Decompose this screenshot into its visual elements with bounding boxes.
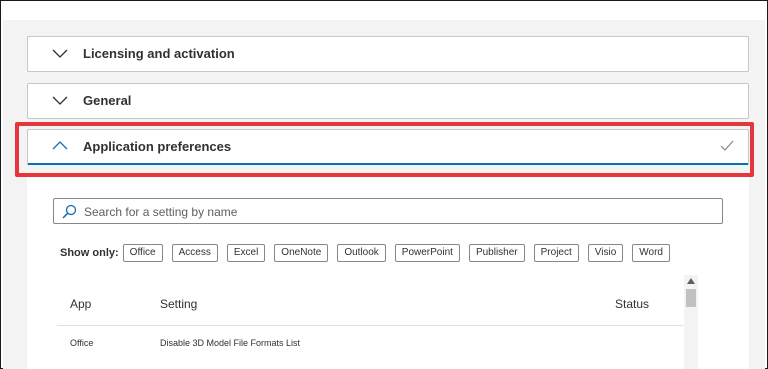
section-title: Licensing and activation xyxy=(83,46,235,61)
table-header: App Setting Status xyxy=(57,275,683,326)
column-header-setting[interactable]: Setting xyxy=(160,297,197,311)
filter-chip-outlook[interactable]: Outlook xyxy=(337,244,386,262)
chevron-up-icon xyxy=(52,141,68,150)
filter-label: Show only: xyxy=(60,247,119,259)
scrollbar[interactable] xyxy=(684,275,698,369)
chevron-down-icon xyxy=(52,49,68,58)
filter-chip-publisher[interactable]: Publisher xyxy=(468,244,525,262)
column-header-status[interactable]: Status xyxy=(615,297,649,311)
column-header-app[interactable]: App xyxy=(70,297,91,311)
filter-chip-excel[interactable]: Excel xyxy=(226,244,266,262)
filter-chip-onenote[interactable]: OneNote xyxy=(274,244,329,262)
search-icon xyxy=(62,204,77,219)
scrollbar-thumb[interactable] xyxy=(686,289,696,307)
filter-bar: Show only: Office Access Excel OneNote O… xyxy=(60,243,679,263)
settings-table: App Setting Status Office Disable 3D Mod… xyxy=(57,275,683,360)
filter-chip-word[interactable]: Word xyxy=(632,244,670,262)
table-row[interactable]: Office Disable 3D Model File Formats Lis… xyxy=(57,326,683,360)
filter-chip-visio[interactable]: Visio xyxy=(587,244,624,262)
filter-chip-project[interactable]: Project xyxy=(533,244,579,262)
section-content: Search for a setting by name Show only: … xyxy=(27,177,749,369)
section-licensing-and-activation[interactable]: Licensing and activation xyxy=(27,36,749,72)
search-input[interactable]: Search for a setting by name xyxy=(53,198,723,224)
section-application-preferences[interactable]: Application preferences xyxy=(27,129,749,165)
section-general[interactable]: General xyxy=(27,83,749,119)
scroll-up-icon[interactable] xyxy=(687,278,695,284)
cell-app: Office xyxy=(70,338,94,348)
checkmark-icon xyxy=(720,140,734,151)
filter-chip-office[interactable]: Office xyxy=(122,244,163,262)
cell-setting: Disable 3D Model File Formats List xyxy=(160,338,301,348)
section-title: Application preferences xyxy=(83,139,232,154)
filter-chip-powerpoint[interactable]: PowerPoint xyxy=(394,244,460,262)
filter-chip-access[interactable]: Access xyxy=(171,244,218,262)
search-placeholder: Search for a setting by name xyxy=(84,205,238,219)
section-title: General xyxy=(83,93,132,108)
chevron-down-icon xyxy=(52,96,68,105)
